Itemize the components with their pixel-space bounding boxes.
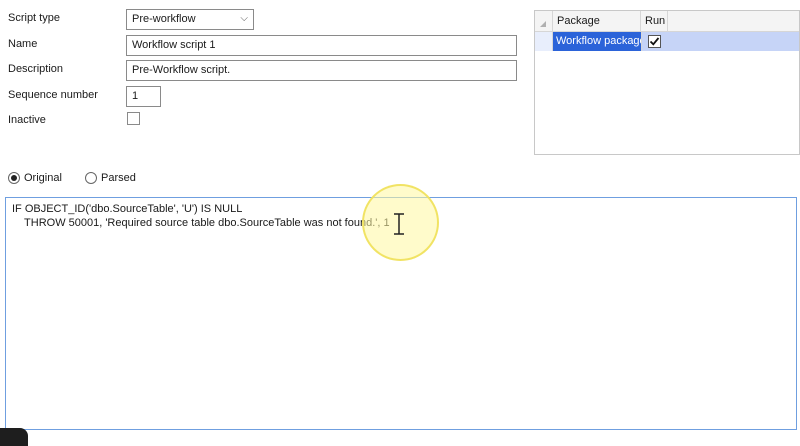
parsed-radio-label[interactable]: Parsed	[101, 172, 136, 184]
checkmark-icon	[649, 37, 660, 46]
row-selector[interactable]	[535, 32, 553, 51]
table-row[interactable]: Workflow package	[535, 32, 799, 51]
row-run-cell[interactable]	[641, 32, 668, 51]
column-header-package[interactable]: Package	[553, 11, 641, 32]
inactive-checkbox[interactable]	[127, 112, 140, 125]
text-cursor-icon	[394, 213, 404, 235]
description-label: Description	[8, 63, 64, 75]
sequence-number-label: Sequence number	[8, 89, 98, 101]
package-grid: Package Run Workflow package	[534, 10, 800, 155]
code-line-2: THROW 50001, 'Required source table dbo.…	[12, 217, 390, 229]
grid-select-all-corner[interactable]	[535, 11, 553, 32]
script-type-label: Script type	[8, 12, 60, 24]
row-package-cell[interactable]: Workflow package	[553, 32, 641, 51]
sequence-number-field[interactable]: 1	[126, 86, 161, 107]
name-field[interactable]: Workflow script 1	[126, 35, 517, 56]
parsed-radio[interactable]	[85, 172, 97, 184]
description-field[interactable]: Pre-Workflow script.	[126, 60, 517, 81]
chevron-down-icon: ⌵	[240, 13, 248, 24]
code-line-1: IF OBJECT_ID('dbo.SourceTable', 'U') IS …	[12, 203, 243, 215]
inactive-label: Inactive	[8, 114, 46, 126]
column-header-run[interactable]: Run	[641, 11, 668, 32]
script-type-value: Pre-workflow	[132, 13, 196, 25]
original-radio-label[interactable]: Original	[24, 172, 62, 184]
script-type-select[interactable]: Pre-workflow ⌵	[126, 9, 254, 30]
original-radio[interactable]	[8, 172, 20, 184]
run-checkbox[interactable]	[648, 35, 661, 48]
grid-header: Package Run	[535, 11, 799, 32]
corner-tab	[0, 428, 28, 446]
name-label: Name	[8, 38, 38, 50]
